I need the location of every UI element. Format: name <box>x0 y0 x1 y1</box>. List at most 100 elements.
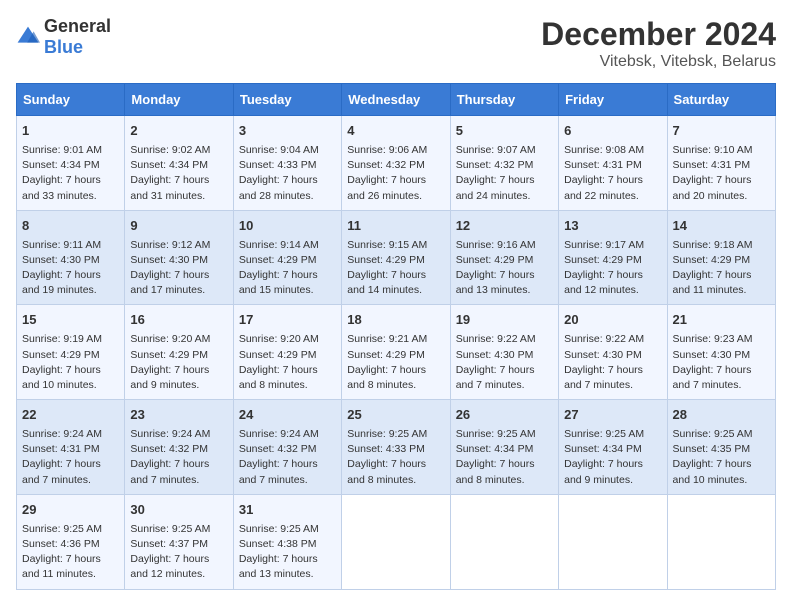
cell-line: Sunrise: 9:25 AM <box>347 427 444 442</box>
day-number: 22 <box>22 406 119 425</box>
calendar-cell: 22Sunrise: 9:24 AMSunset: 4:31 PMDayligh… <box>17 400 125 495</box>
day-number: 4 <box>347 122 444 141</box>
day-number: 13 <box>564 217 661 236</box>
calendar-cell: 31Sunrise: 9:25 AMSunset: 4:38 PMDayligh… <box>233 494 341 589</box>
cell-line: and 7 minutes. <box>22 473 119 488</box>
calendar-cell: 16Sunrise: 9:20 AMSunset: 4:29 PMDayligh… <box>125 305 233 400</box>
cell-line: and 33 minutes. <box>22 189 119 204</box>
cell-line: Sunset: 4:33 PM <box>239 158 336 173</box>
cell-line: and 12 minutes. <box>130 567 227 582</box>
day-number: 3 <box>239 122 336 141</box>
cell-line: Sunset: 4:29 PM <box>239 348 336 363</box>
cell-line: Daylight: 7 hours <box>564 173 661 188</box>
location-title: Vitebsk, Vitebsk, Belarus <box>541 53 776 71</box>
cell-line: Sunset: 4:29 PM <box>673 253 770 268</box>
cell-line: Sunrise: 9:24 AM <box>22 427 119 442</box>
calendar-cell: 26Sunrise: 9:25 AMSunset: 4:34 PMDayligh… <box>450 400 558 495</box>
cell-line: Daylight: 7 hours <box>22 457 119 472</box>
cell-line: Sunset: 4:31 PM <box>564 158 661 173</box>
cell-line: and 20 minutes. <box>673 189 770 204</box>
day-number: 29 <box>22 501 119 520</box>
calendar-cell: 17Sunrise: 9:20 AMSunset: 4:29 PMDayligh… <box>233 305 341 400</box>
cell-line: and 7 minutes. <box>456 378 553 393</box>
day-number: 5 <box>456 122 553 141</box>
header-sunday: Sunday <box>17 84 125 116</box>
calendar-cell: 8Sunrise: 9:11 AMSunset: 4:30 PMDaylight… <box>17 210 125 305</box>
cell-line: Daylight: 7 hours <box>564 457 661 472</box>
day-number: 27 <box>564 406 661 425</box>
day-number: 23 <box>130 406 227 425</box>
day-number: 26 <box>456 406 553 425</box>
cell-line: and 31 minutes. <box>130 189 227 204</box>
cell-line: and 7 minutes. <box>239 473 336 488</box>
calendar-cell: 4Sunrise: 9:06 AMSunset: 4:32 PMDaylight… <box>342 116 450 211</box>
cell-line: and 11 minutes. <box>673 283 770 298</box>
day-number: 18 <box>347 311 444 330</box>
cell-line: Daylight: 7 hours <box>347 363 444 378</box>
cell-line: Daylight: 7 hours <box>22 173 119 188</box>
cell-line: Sunrise: 9:10 AM <box>673 143 770 158</box>
day-number: 17 <box>239 311 336 330</box>
cell-line: and 26 minutes. <box>347 189 444 204</box>
logo-icon <box>16 25 40 49</box>
logo-general: General <box>44 16 111 36</box>
day-number: 19 <box>456 311 553 330</box>
cell-line: Daylight: 7 hours <box>456 173 553 188</box>
cell-line: Daylight: 7 hours <box>130 268 227 283</box>
cell-line: Sunset: 4:32 PM <box>347 158 444 173</box>
cell-line: Sunrise: 9:25 AM <box>22 522 119 537</box>
cell-line: Daylight: 7 hours <box>239 268 336 283</box>
cell-line: Sunset: 4:35 PM <box>673 442 770 457</box>
cell-line: Daylight: 7 hours <box>22 268 119 283</box>
cell-line: Sunset: 4:32 PM <box>130 442 227 457</box>
cell-line: Sunset: 4:30 PM <box>456 348 553 363</box>
cell-line: Sunrise: 9:17 AM <box>564 238 661 253</box>
cell-line: Sunrise: 9:11 AM <box>22 238 119 253</box>
cell-line: Sunrise: 9:25 AM <box>130 522 227 537</box>
cell-line: Daylight: 7 hours <box>347 457 444 472</box>
cell-line: and 7 minutes. <box>564 378 661 393</box>
header-tuesday: Tuesday <box>233 84 341 116</box>
cell-line: Sunrise: 9:25 AM <box>239 522 336 537</box>
cell-line: and 8 minutes. <box>456 473 553 488</box>
calendar-cell: 2Sunrise: 9:02 AMSunset: 4:34 PMDaylight… <box>125 116 233 211</box>
cell-line: Daylight: 7 hours <box>673 457 770 472</box>
cell-line: Daylight: 7 hours <box>456 457 553 472</box>
day-number: 6 <box>564 122 661 141</box>
cell-line: Daylight: 7 hours <box>239 552 336 567</box>
cell-line: Sunrise: 9:01 AM <box>22 143 119 158</box>
cell-line: Sunset: 4:38 PM <box>239 537 336 552</box>
title-block: December 2024 Vitebsk, Vitebsk, Belarus <box>541 16 776 71</box>
header-monday: Monday <box>125 84 233 116</box>
day-number: 28 <box>673 406 770 425</box>
day-number: 7 <box>673 122 770 141</box>
cell-line: Sunset: 4:29 PM <box>347 348 444 363</box>
cell-line: Sunrise: 9:25 AM <box>564 427 661 442</box>
day-number: 2 <box>130 122 227 141</box>
cell-line: Sunset: 4:37 PM <box>130 537 227 552</box>
cell-line: Daylight: 7 hours <box>22 552 119 567</box>
cell-line: and 28 minutes. <box>239 189 336 204</box>
cell-line: Sunset: 4:29 PM <box>239 253 336 268</box>
header-wednesday: Wednesday <box>342 84 450 116</box>
cell-line: Sunrise: 9:02 AM <box>130 143 227 158</box>
cell-line: Sunrise: 9:18 AM <box>673 238 770 253</box>
calendar-cell: 6Sunrise: 9:08 AMSunset: 4:31 PMDaylight… <box>559 116 667 211</box>
calendar-cell: 29Sunrise: 9:25 AMSunset: 4:36 PMDayligh… <box>17 494 125 589</box>
cell-line: Sunset: 4:30 PM <box>673 348 770 363</box>
cell-line: Sunset: 4:29 PM <box>130 348 227 363</box>
calendar-cell: 18Sunrise: 9:21 AMSunset: 4:29 PMDayligh… <box>342 305 450 400</box>
day-number: 30 <box>130 501 227 520</box>
header-thursday: Thursday <box>450 84 558 116</box>
cell-line: Sunset: 4:29 PM <box>564 253 661 268</box>
cell-line: Daylight: 7 hours <box>673 173 770 188</box>
calendar-cell: 15Sunrise: 9:19 AMSunset: 4:29 PMDayligh… <box>17 305 125 400</box>
day-number: 21 <box>673 311 770 330</box>
cell-line: and 13 minutes. <box>456 283 553 298</box>
calendar-cell: 25Sunrise: 9:25 AMSunset: 4:33 PMDayligh… <box>342 400 450 495</box>
cell-line: and 8 minutes. <box>347 378 444 393</box>
calendar-cell: 28Sunrise: 9:25 AMSunset: 4:35 PMDayligh… <box>667 400 775 495</box>
cell-line: Daylight: 7 hours <box>564 268 661 283</box>
cell-line: Sunrise: 9:24 AM <box>130 427 227 442</box>
calendar-cell: 1Sunrise: 9:01 AMSunset: 4:34 PMDaylight… <box>17 116 125 211</box>
